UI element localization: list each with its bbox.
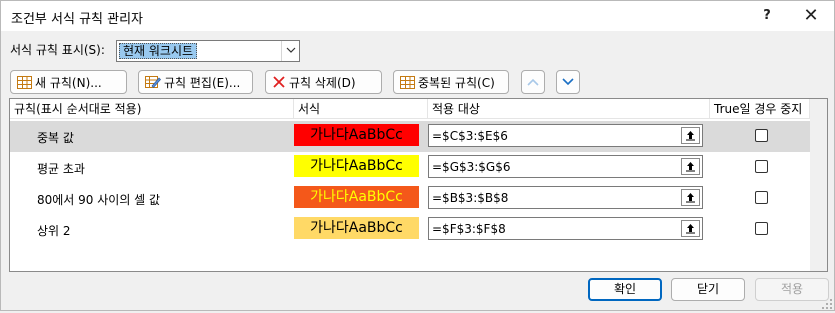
stop-if-true-checkbox[interactable] (755, 222, 768, 235)
rule-row[interactable]: 평균 초과 가나다AaBbCc =$G$3:$G$6 (10, 152, 810, 183)
title-bar: 조건부 서식 규칙 관리자 ? ✕ (1, 1, 834, 31)
edit-rule-label: 규칙 편집(E)... (164, 75, 241, 90)
conditional-format-manager-dialog: 조건부 서식 규칙 관리자 ? ✕ 서식 규칙 표시(S): 현재 워크시트 새… (0, 0, 835, 311)
column-header-applies-to[interactable]: 적용 대상 (428, 99, 710, 119)
applies-to-input[interactable]: =$F$3:$F$8 (428, 217, 703, 240)
resize-grip-icon[interactable] (821, 298, 833, 310)
applies-to-value: =$G$3:$G$6 (432, 160, 511, 174)
rule-row[interactable]: 중복 값 가나다AaBbCc =$C$3:$E$6 (10, 121, 810, 152)
column-header-format[interactable]: 서식 (294, 99, 428, 119)
collapse-dialog-icon[interactable] (681, 127, 700, 144)
table-grid-icon (400, 75, 415, 89)
rule-row[interactable]: 상위 2 가나다AaBbCc =$F$3:$F$8 (10, 214, 810, 245)
collapse-dialog-icon[interactable] (681, 158, 700, 175)
format-preview: 가나다AaBbCc (294, 217, 419, 239)
vertical-scrollbar[interactable] (810, 99, 827, 271)
duplicate-rule-label: 중복된 규칙(C) (418, 75, 495, 90)
new-rule-label: 새 규칙(N)... (35, 75, 102, 90)
stop-if-true-checkbox[interactable] (755, 191, 768, 204)
collapse-dialog-icon[interactable] (681, 220, 700, 237)
dialog-title: 조건부 서식 규칙 관리자 (11, 12, 143, 27)
format-preview: 가나다AaBbCc (294, 124, 419, 146)
close-icon[interactable]: ✕ (788, 1, 834, 31)
move-down-button[interactable] (556, 70, 580, 94)
ok-button[interactable]: 확인 (588, 278, 662, 301)
column-header-stop-if-true[interactable]: True일 경우 중지 (710, 99, 810, 119)
chevron-down-icon (562, 75, 574, 89)
applies-to-value: =$B$3:$B$8 (432, 191, 509, 205)
help-button[interactable]: ? (744, 1, 790, 31)
table-grid-icon (17, 75, 32, 89)
edit-rule-button[interactable]: 규칙 편집(E)... (138, 70, 253, 94)
applies-to-input[interactable]: =$G$3:$G$6 (428, 155, 703, 178)
rule-name: 80에서 90 사이의 셀 값 (37, 193, 161, 207)
stop-if-true-checkbox[interactable] (755, 160, 768, 173)
rule-row[interactable]: 80에서 90 사이의 셀 값 가나다AaBbCc =$B$3:$B$8 (10, 183, 810, 214)
duplicate-rule-button[interactable]: 중복된 규칙(C) (393, 70, 509, 94)
applies-to-value: =$C$3:$E$6 (432, 129, 508, 143)
scope-value: 현재 워크시트 (119, 43, 198, 59)
rule-name: 중복 값 (37, 131, 74, 145)
chevron-up-icon (527, 75, 539, 89)
applies-to-value: =$F$3:$F$8 (432, 222, 506, 236)
rule-name: 평균 초과 (37, 162, 85, 176)
apply-button[interactable]: 적용 (755, 278, 829, 301)
column-header-rule[interactable]: 규칙(표시 순서대로 적용) (10, 99, 294, 119)
move-up-button[interactable] (521, 70, 545, 94)
rule-name: 상위 2 (37, 224, 71, 238)
scope-dropdown[interactable]: 현재 워크시트 (116, 40, 300, 62)
applies-to-input[interactable]: =$C$3:$E$6 (428, 124, 703, 147)
close-button[interactable]: 닫기 (671, 278, 745, 301)
delete-rule-label: 규칙 삭제(D) (289, 75, 356, 90)
delete-x-icon (272, 75, 286, 89)
scope-label: 서식 규칙 표시(S): (10, 43, 105, 57)
format-preview: 가나다AaBbCc (294, 186, 419, 208)
stop-if-true-checkbox[interactable] (755, 129, 768, 142)
applies-to-input[interactable]: =$B$3:$B$8 (428, 186, 703, 209)
delete-rule-button[interactable]: 규칙 삭제(D) (265, 70, 382, 94)
chevron-down-icon[interactable] (281, 41, 299, 61)
collapse-dialog-icon[interactable] (681, 189, 700, 206)
edit-table-icon (145, 75, 161, 89)
new-rule-button[interactable]: 새 규칙(N)... (10, 70, 127, 94)
rules-table: 규칙(표시 순서대로 적용) 서식 적용 대상 True일 경우 중지 중복 값… (9, 98, 828, 272)
format-preview: 가나다AaBbCc (294, 155, 419, 177)
